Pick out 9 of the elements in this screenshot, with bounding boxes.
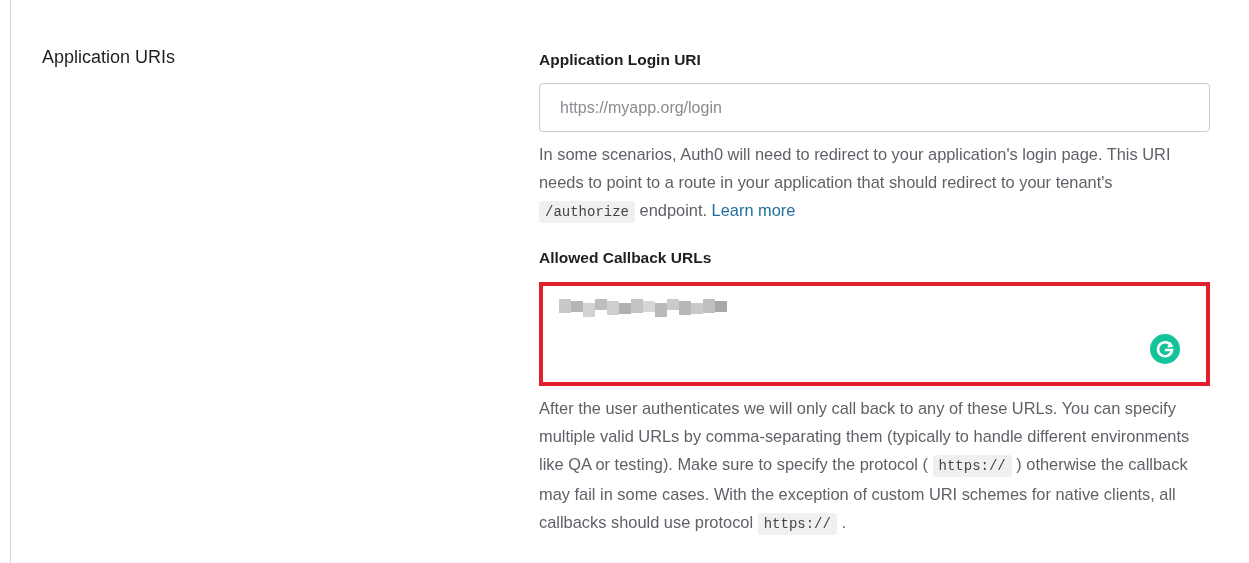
section-title: Application URIs — [42, 47, 177, 69]
help-text: After the user authenticates we will only call back to any of these URLs. You can specify multiple valid URLs by comma-separating them (typically to handle different environments like QA or testing). Make sure to specify the protocol ( https:// ) otherwise the callback may fail in some cases. With the exception of custom URI schemes for native clients, all callbacks should use protocol https:// . — [539, 393, 1210, 538]
grammar-check-icon[interactable] — [1150, 333, 1180, 364]
field-label: Application Login URI — [539, 50, 701, 70]
input-field[interactable]: https://myapp.org/login — [539, 83, 1210, 133]
help-text: In some scenarios, Auth0 will need to redirect to your application's login page. This URI needs to point to a route in your application that should redirect to your tenant's /authorize endpoint. Learn more — [539, 140, 1210, 227]
field-label: Allowed Callback URLs — [539, 248, 712, 269]
learn-more-link[interactable]: Learn more — [711, 201, 796, 220]
text-area[interactable] — [539, 281, 1210, 386]
